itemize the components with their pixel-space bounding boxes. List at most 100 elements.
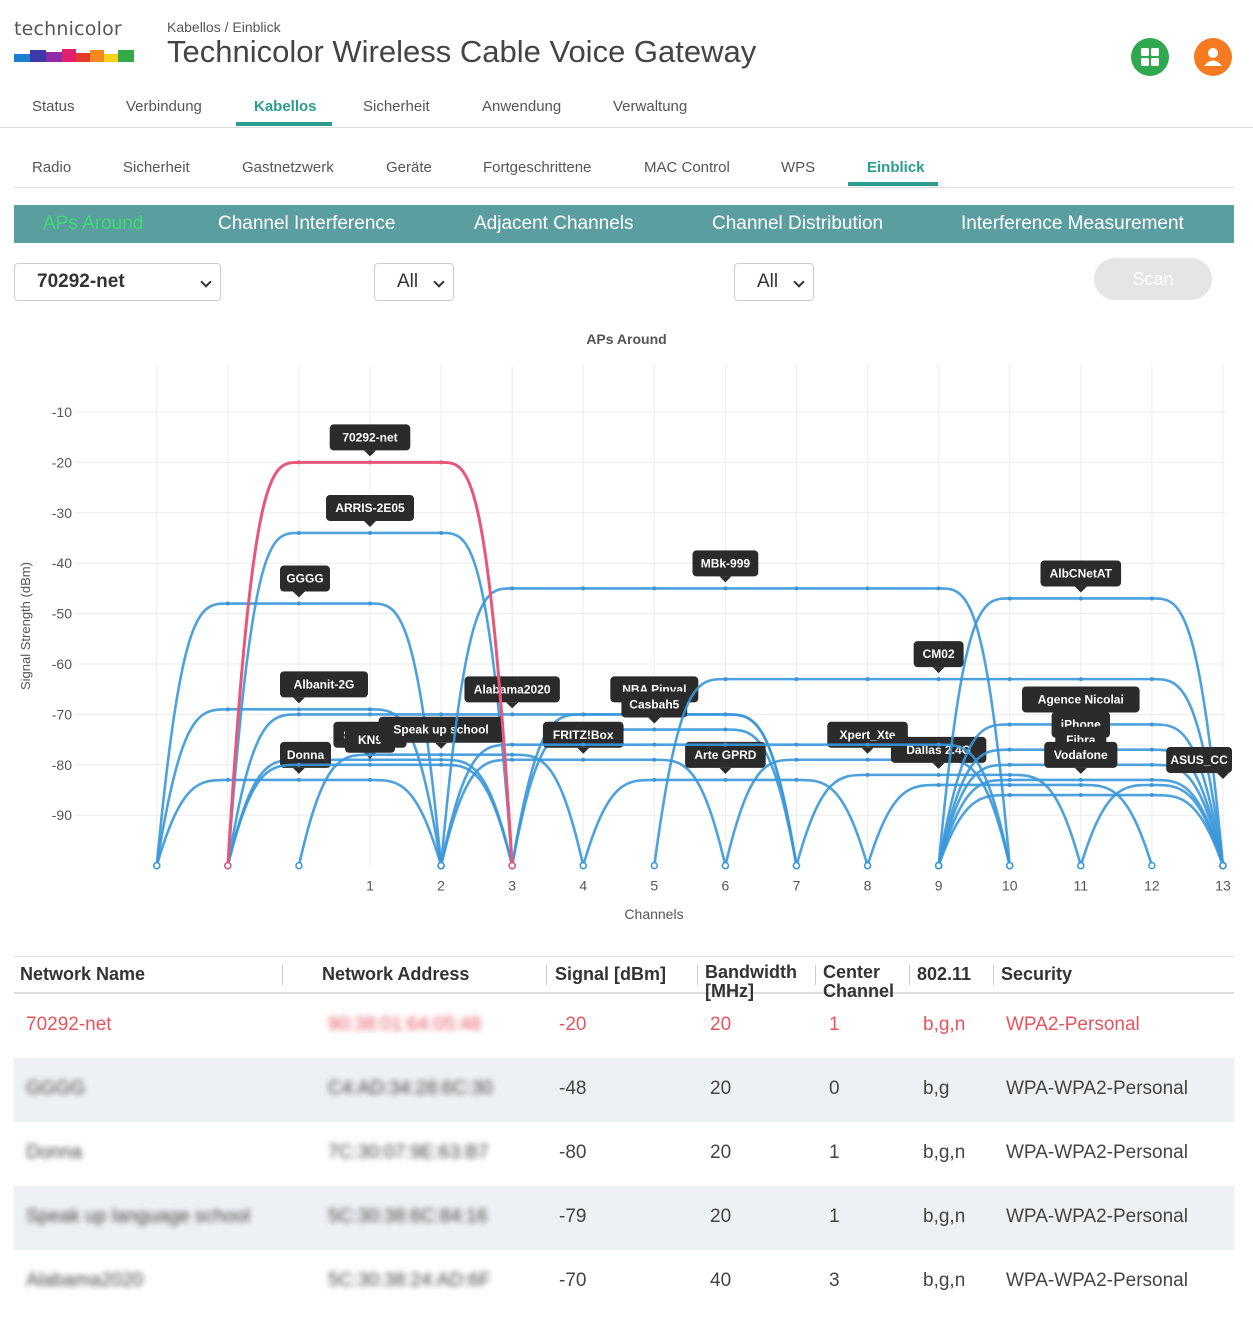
series-point: [296, 712, 301, 717]
series-point: [865, 757, 870, 762]
x-tick-label: 11: [1074, 878, 1089, 894]
subnav-geraete[interactable]: Geräte: [386, 159, 432, 176]
aps-around-chart: -10-20-30-40-50-60-70-80-901 2 3 4 5 6 7 8 9 10 11…: [52, 365, 1232, 894]
series-endpoint: [579, 861, 587, 870]
column-divider: [546, 965, 547, 985]
series-endpoint: [153, 861, 161, 870]
cell-signal: -70: [559, 1270, 587, 1291]
table-row[interactable]: 70292-net 90:38:01:64:05:48 -20 20 1 b,g,n WPA…: [14, 994, 1234, 1058]
series-label-pointer: [292, 591, 305, 598]
series-label-pointer: [1216, 772, 1229, 779]
cell-mode: b,g,n: [923, 1142, 966, 1163]
y-tick-label: -50: [52, 606, 72, 622]
nav-status[interactable]: Status: [32, 98, 75, 115]
series-point: [225, 601, 230, 606]
tab-channel-distribution[interactable]: Channel Distribution: [712, 213, 883, 235]
series-point: [1149, 596, 1154, 601]
tab-channel-interference[interactable]: Channel Interference: [218, 213, 395, 235]
subnav-radio[interactable]: Radio: [32, 159, 71, 176]
subnav-mac-control[interactable]: MAC Control: [644, 159, 730, 176]
series-point: [1149, 722, 1154, 727]
series-label: MBk-999: [701, 556, 751, 570]
cell-address: 7C:30:07:9E:63:B7: [328, 1142, 489, 1163]
col-network-address[interactable]: Network Address: [322, 965, 469, 984]
cell-name: Donna: [26, 1142, 82, 1163]
tab-interference-measurement[interactable]: Interference Measurement: [961, 213, 1184, 235]
table-row[interactable]: Alabama2020 5C:30:38:24:AD:6F -70 40 3 b,g,n W…: [14, 1250, 1234, 1314]
cell-bandwidth: 20: [710, 1078, 732, 1099]
series-point: [1149, 747, 1154, 752]
series-point: [1007, 793, 1012, 798]
cell-mode: b,g,n: [923, 1014, 966, 1035]
apps-grid-icon[interactable]: [1131, 38, 1169, 76]
y-tick-label: -30: [52, 505, 72, 521]
subnav-gastnetzwerk[interactable]: Gastnetzwerk: [242, 159, 334, 176]
series-point: [723, 777, 728, 782]
cell-security: WPA-WPA2-Personal: [1006, 1206, 1188, 1227]
cell-name: Alabama2020: [26, 1270, 144, 1291]
scan-button[interactable]: Scan: [1094, 258, 1212, 300]
series-point: [1007, 677, 1012, 682]
tab-adjacent-channels[interactable]: Adjacent Channels: [474, 213, 634, 235]
series-endpoint: [295, 861, 303, 870]
series-label-pointer: [719, 767, 732, 774]
chevron-down-icon: [793, 276, 805, 288]
series-label-pointer: [435, 742, 448, 749]
nav-verbindung[interactable]: Verbindung: [126, 98, 202, 115]
network-select[interactable]: 70292-net: [14, 263, 221, 301]
subnav-sicherheit[interactable]: Sicherheit: [123, 159, 190, 176]
filter-select-1-value: All: [397, 271, 419, 292]
subnav-fortgeschrittene[interactable]: Fortgeschrittene: [483, 159, 591, 176]
cell-security: WPA-WPA2-Personal: [1006, 1078, 1188, 1099]
series-point: [1007, 762, 1012, 767]
tab-aps-around[interactable]: APs Around: [43, 213, 143, 235]
series-point: [510, 757, 515, 762]
column-divider: [909, 965, 910, 985]
nav-anwendung[interactable]: Anwendung: [482, 98, 561, 115]
x-tick-label: 13: [1215, 878, 1231, 894]
series-point: [652, 727, 657, 732]
series-point: [1149, 677, 1154, 682]
series-label-pointer: [1074, 586, 1087, 593]
nav-sicherheit[interactable]: Sicherheit: [363, 98, 430, 115]
sub-navigation: Radio Sicherheit Gastnetzwerk Geräte For…: [14, 148, 1234, 188]
col-80211[interactable]: 802.11: [917, 965, 971, 984]
series-point: [936, 677, 941, 682]
subnav-wps[interactable]: WPS: [781, 159, 815, 176]
y-axis-label: Signal Strength (dBm): [18, 562, 33, 690]
col-signal[interactable]: Signal [dBm]: [555, 965, 666, 984]
column-divider: [697, 965, 698, 985]
filter-select-1[interactable]: All: [374, 263, 454, 301]
series-label: Xpert_Xte: [840, 728, 896, 742]
series-label: Arte GPRD: [694, 748, 756, 762]
user-account-icon[interactable]: [1194, 38, 1232, 76]
series-label: FRITZ!Box: [553, 728, 614, 742]
series-label-pointer: [1074, 767, 1087, 774]
filter-select-2[interactable]: All: [734, 263, 814, 301]
table-body: 70292-net 90:38:01:64:05:48 -20 20 1 b,g,n WPA…: [14, 994, 1234, 1314]
col-security[interactable]: Security: [1001, 965, 1072, 984]
table-row[interactable]: GGGG C4:AD:34:28:6C:30 -48 20 0 b,g WPA-WPA2-P…: [14, 1058, 1234, 1122]
series-point: [368, 601, 372, 606]
table-row[interactable]: Donna 7C:30:07:9E:63:B7 -80 20 1 b,g,n WPA-WPA…: [14, 1122, 1234, 1186]
nav-kabellos[interactable]: Kabellos: [254, 98, 317, 115]
series-label-pointer: [506, 702, 519, 709]
series-point: [581, 757, 586, 762]
series-point: [581, 586, 586, 591]
column-divider: [993, 965, 994, 985]
series-endpoint: [1219, 861, 1227, 870]
col-network-name[interactable]: Network Name: [20, 965, 145, 984]
x-tick-label: 2: [437, 878, 445, 894]
y-tick-label: -10: [52, 404, 72, 420]
main-navigation: Status Verbindung Kabellos Sicherheit An…: [0, 86, 1253, 128]
cell-signal: -79: [559, 1206, 587, 1227]
series-label-pointer: [932, 667, 945, 674]
nav-verwaltung[interactable]: Verwaltung: [613, 98, 687, 115]
series-endpoint: [1005, 861, 1014, 870]
table-row[interactable]: Speak up language school 5C:30:38:6C:84:1…: [14, 1186, 1234, 1250]
cell-security: WPA-WPA2-Personal: [1006, 1142, 1188, 1163]
series-point: [652, 742, 657, 747]
cell-channel: 1: [829, 1142, 840, 1163]
cell-bandwidth: 20: [710, 1142, 732, 1163]
subnav-einblick[interactable]: Einblick: [867, 159, 925, 176]
